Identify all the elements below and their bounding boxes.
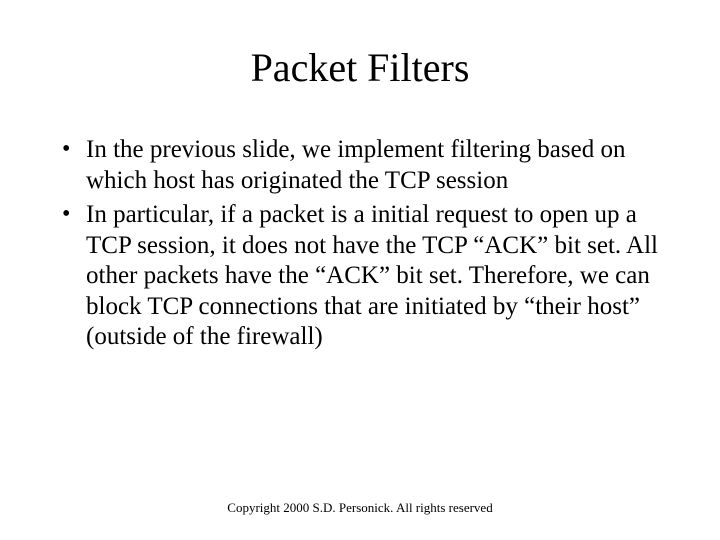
list-item: In particular, if a packet is a initial … [60, 200, 672, 353]
slide-title: Packet Filters [38, 44, 682, 91]
bullet-list: In the previous slide, we implement filt… [60, 135, 672, 353]
slide-content: In the previous slide, we implement filt… [38, 135, 682, 353]
slide-container: Packet Filters In the previous slide, we… [0, 0, 720, 540]
copyright-footer: Copyright 2000 S.D. Personick. All right… [0, 500, 720, 516]
list-item: In the previous slide, we implement filt… [60, 135, 672, 196]
